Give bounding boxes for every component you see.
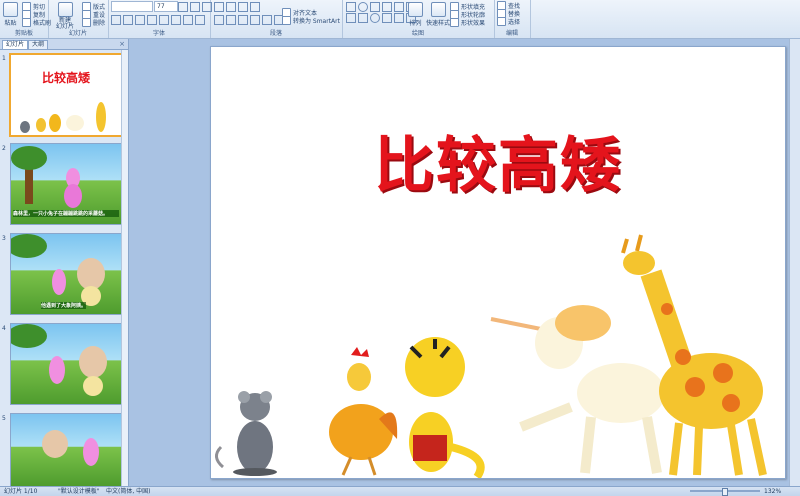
slides-pane: 幻灯片 大纲 × 1 比较高矮 2 森林里，一只小兔子在蹦蹦跳跳的采蘑菇。 3 xyxy=(0,39,129,487)
editing-label: 编辑 xyxy=(505,30,518,37)
paragraph-group: 对齐文本 转换为 SmartArt 段落 xyxy=(210,0,343,38)
font-label: 字体 xyxy=(152,30,165,37)
smartart-button[interactable]: 转换为 SmartArt xyxy=(282,16,340,25)
slide-number: 3 xyxy=(2,235,6,242)
rooster-figure xyxy=(329,347,398,476)
select-icon xyxy=(497,17,506,26)
clipboard-group: 粘贴 剪切 复制 格式刷 剪贴板 xyxy=(0,0,51,38)
thumbnail-caption: 森林里，一只小兔子在蹦蹦跳跳的采蘑菇。 xyxy=(13,210,119,217)
drawing-label: 绘图 xyxy=(411,30,424,37)
editing-group: 查找 替换 选择 编辑 xyxy=(494,0,531,38)
thumbnail-scene xyxy=(11,324,107,396)
arrange-icon xyxy=(408,2,423,17)
shapes-gallery-row2[interactable] xyxy=(346,13,416,23)
quick-styles-button[interactable]: 快速样式 xyxy=(426,2,450,27)
shapes-gallery[interactable] xyxy=(346,2,416,12)
paste-icon xyxy=(3,2,18,17)
slide-canvas[interactable]: 比较高矮 xyxy=(210,46,786,479)
pane-scrollbar[interactable] xyxy=(121,50,128,486)
slide-number: 4 xyxy=(2,325,6,332)
select-button[interactable]: 选择 xyxy=(497,17,520,26)
slide-number: 2 xyxy=(2,145,6,152)
thumbnail-animals xyxy=(20,102,106,133)
slide-editing-area: 比较高矮 xyxy=(129,39,800,486)
mouse-figure xyxy=(215,391,277,476)
list-buttons[interactable] xyxy=(214,2,260,12)
font-name-box[interactable] xyxy=(111,1,153,12)
font-style-buttons[interactable] xyxy=(111,15,205,25)
smartart-icon xyxy=(282,16,291,25)
editor-scrollbar[interactable] xyxy=(789,39,800,486)
slide-thumbnail-3[interactable]: 他遇到了大象阿姨。 xyxy=(10,233,122,315)
delete-button[interactable]: 删除 xyxy=(82,18,105,27)
slide-thumbnail-5[interactable] xyxy=(10,413,122,487)
font-size-box[interactable]: 77 xyxy=(154,1,178,12)
slide-thumbnail-1[interactable]: 比较高矮 xyxy=(9,53,123,137)
zoom-slider[interactable] xyxy=(690,488,760,496)
thumbnail-scene xyxy=(42,430,99,466)
close-icon[interactable]: × xyxy=(119,40,125,48)
tab-slides[interactable]: 幻灯片 xyxy=(2,40,29,49)
pane-tabs: 幻灯片 大纲 × xyxy=(0,39,128,50)
ribbon: 粘贴 剪切 复制 格式刷 剪贴板 新建 幻灯片 版式 重设 删除 幻灯片 77 … xyxy=(0,0,800,39)
slide-thumbnail-4[interactable] xyxy=(10,323,122,405)
align-buttons[interactable] xyxy=(214,15,284,25)
new-slide-button[interactable]: 新建 幻灯片 xyxy=(56,2,74,30)
slides-label: 幻灯片 xyxy=(68,30,87,37)
font-grow-buttons[interactable] xyxy=(178,2,212,12)
drawing-group: 排列 快速样式 形状填充 形状轮廓 形状效果 绘图 xyxy=(342,0,495,38)
paragraph-label: 段落 xyxy=(269,30,282,37)
quick-styles-icon xyxy=(430,2,446,17)
thumbnail-caption: 他遇到了大象阿姨。 xyxy=(41,302,87,309)
arrange-button[interactable]: 排列 xyxy=(408,2,423,27)
delete-icon xyxy=(82,18,91,27)
tiger-figure xyxy=(405,337,485,478)
effects-icon xyxy=(450,18,459,27)
font-group: 77 字体 xyxy=(108,0,212,38)
slide-number: 5 xyxy=(2,415,6,422)
shape-effects-button[interactable]: 形状效果 xyxy=(450,18,485,27)
paste-button[interactable]: 粘贴 xyxy=(3,2,18,27)
brush-icon xyxy=(22,18,31,27)
animals-illustration xyxy=(215,234,767,478)
slides-group: 新建 幻灯片 版式 重设 删除 幻灯片 xyxy=(48,0,109,38)
new-slide-icon xyxy=(57,2,73,17)
tab-outline[interactable]: 大纲 xyxy=(28,40,49,49)
format-painter-button[interactable]: 格式刷 xyxy=(22,18,51,27)
giraffe-figure xyxy=(621,234,767,476)
clipboard-label: 剪贴板 xyxy=(14,30,33,37)
slide-thumbnail-2[interactable]: 森林里，一只小兔子在蹦蹦跳跳的采蘑菇。 xyxy=(10,143,122,225)
slide-number: 1 xyxy=(2,55,6,62)
unicorn-figure xyxy=(490,305,665,474)
